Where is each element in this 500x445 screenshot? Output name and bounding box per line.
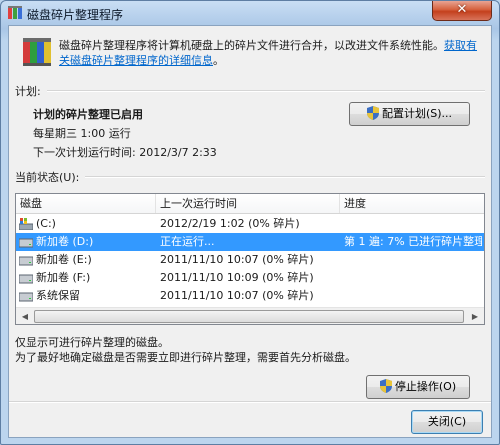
close-window-button[interactable]: ✕ (432, 1, 492, 21)
disk-name: 新加卷 (D:) (36, 235, 94, 248)
current-status-label: 当前状态(U): (15, 171, 80, 184)
scrollbar-thumb[interactable] (34, 310, 464, 323)
description: 磁盘碎片整理程序将计算机硬盘上的碎片文件进行合并，以改进文件系统性能。 (59, 39, 444, 52)
column-header-progress[interactable]: 进度 (340, 194, 484, 213)
progress (344, 269, 482, 287)
title-bar[interactable]: 磁盘碎片整理程序 ✕ (1, 1, 499, 25)
description-suffix: 。 (213, 54, 224, 67)
disk-row-c[interactable]: (C:) 2012/2/19 1:02 (0% 碎片) (16, 215, 484, 233)
disk-list[interactable]: 磁盘 上一次运行时间 进度 (C:) 2012/2/19 1:02 (0% 碎片… (15, 193, 485, 325)
defrag-app-icon (8, 6, 22, 19)
disk-row-d[interactable]: 新加卷 (D:) 正在运行... 第 1 遍: 7% 已进行碎片整理 (16, 233, 484, 251)
close-button[interactable]: 关闭(C) (411, 410, 483, 434)
system-drive-icon (19, 218, 33, 230)
description-text: 磁盘碎片整理程序将计算机硬盘上的碎片文件进行合并，以改进文件系统性能。获取有关磁… (59, 38, 487, 68)
disk-row-f[interactable]: 新加卷 (F:) 2011/11/10 10:09 (0% 碎片) (16, 269, 484, 287)
last-run: 2011/11/10 10:07 (0% 碎片) (160, 289, 314, 302)
schedule-section-label: 计划: (15, 85, 41, 98)
shield-icon (379, 379, 392, 393)
disk-name: 系统保留 (36, 289, 80, 302)
configure-schedule-label: 配置计划(S)... (381, 107, 453, 120)
last-run: 正在运行... (160, 235, 215, 248)
defrag-header-icon (23, 38, 51, 66)
shield-icon (366, 106, 379, 120)
last-run: 2012/2/19 1:02 (0% 碎片) (160, 217, 300, 230)
stop-operation-label: 停止操作(O) (394, 380, 457, 393)
client-area: 磁盘碎片整理程序将计算机硬盘上的碎片文件进行合并，以改进文件系统性能。获取有关磁… (8, 25, 492, 438)
scroll-left-icon[interactable]: ◀ (17, 309, 33, 324)
last-run: 2011/11/10 10:07 (0% 碎片) (160, 253, 314, 266)
disk-name: 新加卷 (E:) (36, 253, 92, 266)
disk-row-e[interactable]: 新加卷 (E:) 2011/11/10 10:07 (0% 碎片) (16, 251, 484, 269)
last-run: 2011/11/10 10:09 (0% 碎片) (160, 271, 314, 284)
disk-row-system-reserved[interactable]: 系统保留 2011/11/10 10:07 (0% 碎片) (16, 287, 484, 305)
disk-name: 新加卷 (F:) (36, 271, 91, 284)
stop-operation-button[interactable]: 停止操作(O) (366, 375, 470, 399)
window-title: 磁盘碎片整理程序 (27, 8, 124, 22)
drive-icon (19, 238, 33, 248)
status-divider (85, 176, 485, 178)
scroll-right-icon[interactable]: ▶ (467, 309, 483, 324)
close-icon: ✕ (456, 2, 468, 17)
drive-icon (19, 256, 33, 266)
note-analyze-first: 为了最好地确定磁盘是否需要立即进行碎片整理，需要首先分析磁盘。 (15, 351, 356, 364)
disk-list-header: 磁盘 上一次运行时间 进度 (16, 194, 484, 214)
note-defraggable-only: 仅显示可进行碎片整理的磁盘。 (15, 336, 169, 349)
progress (344, 251, 482, 269)
schedule-divider (47, 90, 485, 92)
schedule-status: 计划的碎片整理已启用 (33, 108, 143, 121)
progress (344, 215, 482, 233)
column-header-last-run[interactable]: 上一次运行时间 (156, 194, 340, 213)
schedule-next-run: 下一次计划运行时间: 2012/3/7 2:33 (33, 146, 217, 159)
drive-icon (19, 274, 33, 284)
progress (344, 287, 482, 305)
progress: 第 1 遍: 7% 已进行碎片整理 (344, 235, 482, 248)
defragmenter-window: 磁盘碎片整理程序 ✕ 磁盘碎片整理程序将计算机硬盘上的碎片文件进行合并，以改进文… (0, 0, 500, 445)
column-header-disk[interactable]: 磁盘 (16, 194, 156, 213)
disk-name: (C:) (36, 217, 56, 230)
configure-schedule-button[interactable]: 配置计划(S)... (349, 102, 470, 126)
footer-divider (9, 401, 491, 403)
drive-icon (19, 292, 33, 302)
horizontal-scrollbar[interactable]: ◀ ▶ (16, 307, 484, 324)
schedule-frequency: 每星期三 1:00 运行 (33, 127, 131, 140)
